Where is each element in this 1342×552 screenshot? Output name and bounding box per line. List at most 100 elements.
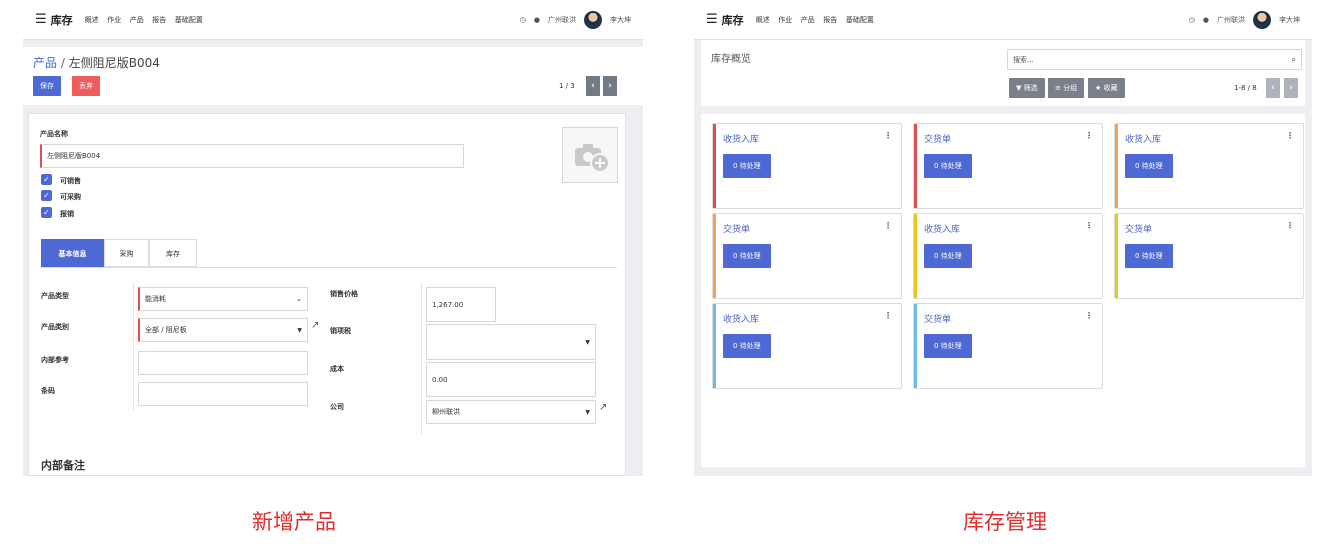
pager-next-icon[interactable]: ›	[603, 76, 617, 96]
card-color-bar	[914, 304, 917, 388]
cost-input[interactable]: 0.00	[426, 362, 596, 397]
tab-general-info[interactable]: 基本信息	[41, 239, 104, 267]
checkbox-expensable[interactable]: ✓	[41, 207, 52, 218]
product-category-select[interactable]: 全部 / 阻尼板 ▼	[138, 318, 308, 342]
operation-card[interactable]: 收货入库 ⋮ 0 待处理	[712, 303, 902, 389]
operation-card[interactable]: 交货单 ⋮ 0 待处理	[712, 213, 902, 299]
operation-card[interactable]: 收货入库 ⋮ 0 待处理	[913, 213, 1103, 299]
save-button[interactable]: 保存	[33, 76, 61, 96]
pending-button[interactable]: 0 待处理	[924, 154, 972, 178]
pending-button[interactable]: 0 待处理	[924, 244, 972, 268]
kebab-menu-icon[interactable]: ⋮	[884, 311, 892, 320]
nav-config[interactable]: 基础配置	[846, 16, 874, 24]
main-nav: 概述 作业 产品 报告 基础配置	[756, 15, 880, 25]
menu-icon[interactable]: ☰	[35, 12, 47, 27]
pending-button[interactable]: 0 待处理	[1125, 244, 1173, 268]
top-navbar: ☰ 库存 概述 作业 产品 报告 基础配置 ◷ ● 广州联洪 李大坤	[23, 0, 643, 40]
favorites-button[interactable]: ★ 收藏	[1088, 78, 1125, 98]
nav-operations[interactable]: 作业	[107, 16, 121, 24]
card-title[interactable]: 交货单	[723, 222, 750, 235]
search-input[interactable]: 搜索... ⌕	[1007, 49, 1302, 70]
external-link-icon[interactable]: ↗	[599, 402, 607, 413]
internal-ref-input[interactable]	[138, 351, 308, 375]
chat-icon[interactable]: ●	[1203, 16, 1209, 24]
breadcrumb-root[interactable]: 产品	[33, 56, 57, 70]
product-name-input[interactable]: 左侧阻尼版B004	[40, 144, 464, 168]
pending-button[interactable]: 0 待处理	[924, 334, 972, 358]
clock-icon[interactable]: ◷	[1189, 16, 1195, 24]
tab-purchase[interactable]: 采购	[104, 239, 149, 267]
card-title[interactable]: 交货单	[924, 132, 951, 145]
chat-icon[interactable]: ●	[534, 16, 540, 24]
inventory-overview-screen: ☰ 库存 概述 作业 产品 报告 基础配置 ◷ ● 广州联洪 李大坤 库存概览 …	[694, 0, 1312, 476]
form-sheet: 产品名称 左侧阻尼版B004 ✓ 可销售 ✓ 可采购 ✓ 报销 基本信息 采购 …	[28, 113, 626, 476]
company-switcher[interactable]: 广州联洪	[548, 15, 576, 25]
kebab-menu-icon[interactable]: ⋮	[1286, 131, 1294, 140]
card-title[interactable]: 收货入库	[1125, 132, 1161, 145]
pager-prev-icon[interactable]: ‹	[1266, 78, 1280, 98]
discard-button[interactable]: 丢弃	[72, 76, 100, 96]
external-link-icon[interactable]: ↗	[311, 320, 319, 331]
product-image-upload[interactable]	[562, 127, 618, 183]
sale-price-input[interactable]: 1,267.00	[426, 287, 496, 322]
card-title[interactable]: 交货单	[924, 312, 951, 325]
checkbox-saleable[interactable]: ✓	[41, 174, 52, 185]
nav-products[interactable]: 产品	[130, 16, 144, 24]
user-name[interactable]: 李大坤	[1279, 15, 1300, 25]
nav-config[interactable]: 基础配置	[175, 16, 203, 24]
kebab-menu-icon[interactable]: ⋮	[1085, 311, 1093, 320]
avatar[interactable]	[584, 10, 602, 29]
control-panel: 库存概览 搜索... ⌕ ▼ 筛选 ≡ 分组 ★ 收藏 1-8 / 8 ‹ ›	[701, 40, 1305, 106]
card-title[interactable]: 交货单	[1125, 222, 1152, 235]
company-select[interactable]: 柳州联洪 ▼	[426, 400, 596, 424]
product-category-label: 产品类别	[41, 323, 69, 331]
product-type-select[interactable]: 能消耗 ⌄	[138, 287, 308, 311]
operation-card[interactable]: 交货单 ⋮ 0 待处理	[913, 123, 1103, 209]
pager-next-icon[interactable]: ›	[1284, 78, 1298, 98]
avatar[interactable]	[1253, 10, 1271, 29]
search-icon[interactable]: ⌕	[1292, 55, 1296, 65]
checkbox-purchasable[interactable]: ✓	[41, 190, 52, 201]
kebab-menu-icon[interactable]: ⋮	[1085, 221, 1093, 230]
nav-reports[interactable]: 报告	[823, 16, 837, 24]
card-title[interactable]: 收货入库	[723, 132, 759, 145]
top-navbar: ☰ 库存 概述 作业 产品 报告 基础配置 ◷ ● 广州联洪 李大坤	[694, 0, 1312, 40]
kebab-menu-icon[interactable]: ⋮	[884, 221, 892, 230]
pager-prev-icon[interactable]: ‹	[586, 76, 600, 96]
nav-reports[interactable]: 报告	[152, 16, 166, 24]
operation-card[interactable]: 交货单 ⋮ 0 待处理	[913, 303, 1103, 389]
nav-overview[interactable]: 概述	[756, 16, 770, 24]
checkbox-purchasable-label: 可采购	[60, 193, 81, 201]
pager-value: 1-8 / 8	[1234, 84, 1257, 92]
operation-card[interactable]: 交货单 ⋮ 0 待处理	[1114, 213, 1304, 299]
kebab-menu-icon[interactable]: ⋮	[884, 131, 892, 140]
pending-button[interactable]: 0 待处理	[1125, 154, 1173, 178]
card-title[interactable]: 收货入库	[723, 312, 759, 325]
nav-operations[interactable]: 作业	[778, 16, 792, 24]
breadcrumb: 产品 / 左侧阻尼版B004	[33, 54, 160, 71]
nav-products[interactable]: 产品	[801, 16, 815, 24]
sale-tax-select[interactable]: ▼	[426, 324, 596, 360]
kebab-menu-icon[interactable]: ⋮	[1085, 131, 1093, 140]
group-by-button[interactable]: ≡ 分组	[1048, 78, 1085, 98]
barcode-label: 条码	[41, 387, 55, 395]
user-name[interactable]: 李大坤	[610, 15, 631, 25]
pending-button[interactable]: 0 待处理	[723, 244, 771, 268]
barcode-input[interactable]	[138, 382, 308, 406]
checkbox-saleable-label: 可销售	[60, 177, 81, 185]
kebab-menu-icon[interactable]: ⋮	[1286, 221, 1294, 230]
pending-button[interactable]: 0 待处理	[723, 334, 771, 358]
pending-button[interactable]: 0 待处理	[723, 154, 771, 178]
card-title[interactable]: 收货入库	[924, 222, 960, 235]
operation-card[interactable]: 收货入库 ⋮ 0 待处理	[1114, 123, 1304, 209]
nav-overview[interactable]: 概述	[85, 16, 99, 24]
filter-button[interactable]: ▼ 筛选	[1009, 78, 1045, 98]
tab-inventory[interactable]: 库存	[149, 239, 197, 267]
clock-icon[interactable]: ◷	[520, 16, 526, 24]
company-switcher[interactable]: 广州联洪	[1217, 15, 1245, 25]
menu-icon[interactable]: ☰	[706, 12, 718, 27]
operation-card[interactable]: 收货入库 ⋮ 0 待处理	[712, 123, 902, 209]
group-label: 分组	[1063, 84, 1078, 92]
kanban-area: 收货入库 ⋮ 0 待处理 交货单 ⋮ 0 待处理 收货入库 ⋮ 0 待处理 交货单 ⋮ 0 待处理 收货…	[701, 114, 1305, 467]
card-color-bar	[1115, 124, 1118, 208]
